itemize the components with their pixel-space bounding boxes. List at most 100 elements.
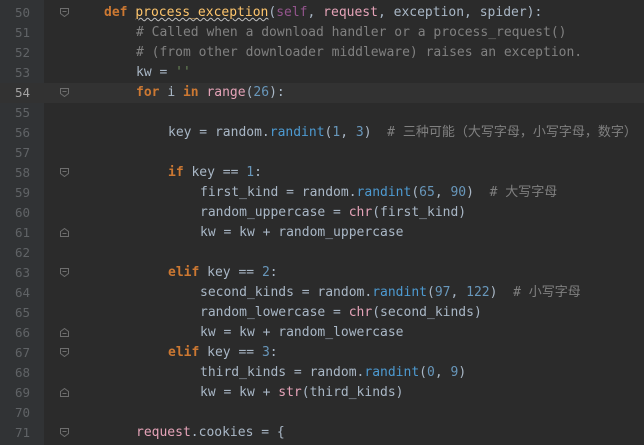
code-line[interactable]: 70	[0, 403, 644, 423]
code-line[interactable]: 51 # Called when a download handler or a …	[0, 23, 644, 43]
code-token: key ==	[191, 165, 247, 180]
code-token: if	[168, 165, 192, 180]
code-token: :	[254, 165, 262, 180]
code-token: # (from other downloader middleware) rai…	[136, 45, 583, 60]
code-token: 1	[246, 165, 255, 180]
code-line[interactable]: 67 elif key == 3:	[0, 343, 644, 363]
code-text[interactable]: random_lowercase = chr(second_kinds)	[200, 303, 482, 323]
code-line[interactable]: 59 first_kind = random.randint(65, 90) # …	[0, 183, 644, 203]
code-line[interactable]: 66 kw = kw + random_lowercase	[0, 323, 644, 343]
code-text[interactable]: elif key == 3:	[168, 343, 278, 363]
code-token: ):	[269, 85, 285, 100]
code-line[interactable]: 60 random_uppercase = chr(first_kind)	[0, 203, 644, 223]
code-line[interactable]: 58 if key == 1:	[0, 163, 644, 183]
fold-open-icon[interactable]	[60, 8, 69, 17]
code-text[interactable]: key = random.randint(1, 3) # 三种可能（大写字母，小…	[168, 123, 637, 143]
code-token: random_lowercase =	[200, 305, 349, 320]
code-token: (first_kind)	[372, 205, 467, 220]
code-text[interactable]: second_kinds = random.randint(97, 122) #…	[200, 283, 581, 303]
code-line[interactable]: 55	[0, 103, 644, 123]
code-text[interactable]: # (from other downloader middleware) rai…	[136, 43, 582, 63]
code-line[interactable]: 63 elif key == 2:	[0, 263, 644, 283]
line-number: 54	[14, 85, 30, 100]
code-token: chr	[348, 205, 373, 220]
line-number: 59	[14, 185, 30, 200]
code-token: key ==	[207, 265, 262, 280]
code-token: )	[489, 285, 514, 300]
fold-open-icon[interactable]	[60, 168, 69, 177]
code-token: def	[104, 5, 136, 20]
line-number: 62	[14, 245, 30, 260]
code-line[interactable]: 71 request.cookies = {	[0, 423, 644, 443]
code-text[interactable]: kw = ''	[136, 63, 191, 83]
fold-close-icon[interactable]	[60, 228, 69, 237]
line-number: 55	[14, 105, 30, 120]
code-token: ''	[175, 65, 191, 80]
line-number: 53	[14, 65, 30, 80]
line-number: 67	[14, 345, 30, 360]
code-text[interactable]: kw = kw + random_lowercase	[200, 323, 404, 343]
code-token: str	[278, 385, 302, 400]
code-token: random_uppercase =	[200, 205, 349, 220]
code-text[interactable]: kw = kw + random_uppercase	[200, 223, 404, 243]
code-text[interactable]: third_kinds = random.randint(0, 9)	[200, 363, 466, 383]
code-text[interactable]: elif key == 2:	[168, 263, 278, 283]
code-token: elif	[168, 265, 208, 280]
fold-close-icon[interactable]	[60, 388, 69, 397]
code-token: ,	[307, 5, 324, 20]
code-line[interactable]: 61 kw = kw + random_uppercase	[0, 223, 644, 243]
code-line[interactable]: 56 key = random.randint(1, 3) # 三种可能（大写字母…	[0, 123, 644, 143]
code-text[interactable]: # Called when a download handler or a pr…	[136, 23, 566, 43]
line-number: 64	[14, 285, 30, 300]
code-token: )	[363, 125, 388, 140]
code-line[interactable]: 54 for i in range(26):	[0, 83, 644, 103]
code-text[interactable]: for i in range(26):	[136, 83, 285, 103]
code-line[interactable]: 57	[0, 143, 644, 163]
code-token: ,	[434, 185, 451, 200]
code-line[interactable]: 62	[0, 243, 644, 263]
line-number: 69	[14, 385, 30, 400]
code-token: kw = kw + random_lowercase	[200, 325, 404, 340]
code-line[interactable]: 53 kw = ''	[0, 63, 644, 83]
code-editor[interactable]: 50 def process_exception(self, request, e…	[0, 0, 644, 445]
code-text[interactable]: def process_exception(self, request, exc…	[104, 3, 542, 23]
code-token: (second_kinds)	[372, 305, 482, 320]
fold-open-icon[interactable]	[60, 268, 69, 277]
code-line[interactable]: 65 random_lowercase = chr(second_kinds)	[0, 303, 644, 323]
code-token: randint	[269, 125, 325, 140]
code-line[interactable]: 52 # (from other downloader middleware) r…	[0, 43, 644, 63]
code-line[interactable]: 50 def process_exception(self, request, e…	[0, 3, 644, 23]
code-token: randint	[372, 285, 427, 300]
line-number: 57	[14, 145, 30, 160]
code-text[interactable]: first_kind = random.randint(65, 90) # 大写…	[200, 183, 557, 203]
code-text[interactable]: request.cookies = {	[136, 423, 285, 443]
code-token: 90	[450, 185, 467, 200]
code-line[interactable]: 68 third_kinds = random.randint(0, 9)	[0, 363, 644, 383]
code-token: kw = kw +	[200, 385, 279, 400]
code-token: .cookies = {	[190, 425, 285, 440]
code-token: elif	[168, 345, 208, 360]
code-text[interactable]: random_uppercase = chr(first_kind)	[200, 203, 466, 223]
code-token: ,	[434, 365, 451, 380]
code-token: # 小写字母	[513, 285, 581, 300]
code-token: # 三种可能（大写字母，小写字母，数字）	[387, 125, 637, 140]
code-token: for	[136, 85, 168, 100]
code-token: (third_kinds)	[301, 385, 404, 400]
code-line[interactable]: 64 second_kinds = random.randint(97, 122)…	[0, 283, 644, 303]
fold-open-icon[interactable]	[60, 348, 69, 357]
code-text[interactable]: if key == 1:	[168, 163, 262, 183]
code-token: key ==	[207, 345, 262, 360]
code-token: (	[411, 185, 420, 200]
code-token: randint	[364, 365, 420, 380]
line-number: 63	[14, 265, 30, 280]
code-token: range	[206, 85, 246, 100]
fold-open-icon[interactable]	[60, 428, 69, 437]
code-text[interactable]: kw = kw + str(third_kinds)	[200, 383, 404, 403]
fold-close-icon[interactable]	[60, 328, 69, 337]
code-token: 97	[434, 285, 451, 300]
fold-open-icon[interactable]	[60, 88, 69, 97]
code-line[interactable]: 69 kw = kw + str(third_kinds)	[0, 383, 644, 403]
code-token: kw =	[136, 65, 176, 80]
line-number: 68	[14, 365, 30, 380]
code-token: (	[426, 285, 435, 300]
